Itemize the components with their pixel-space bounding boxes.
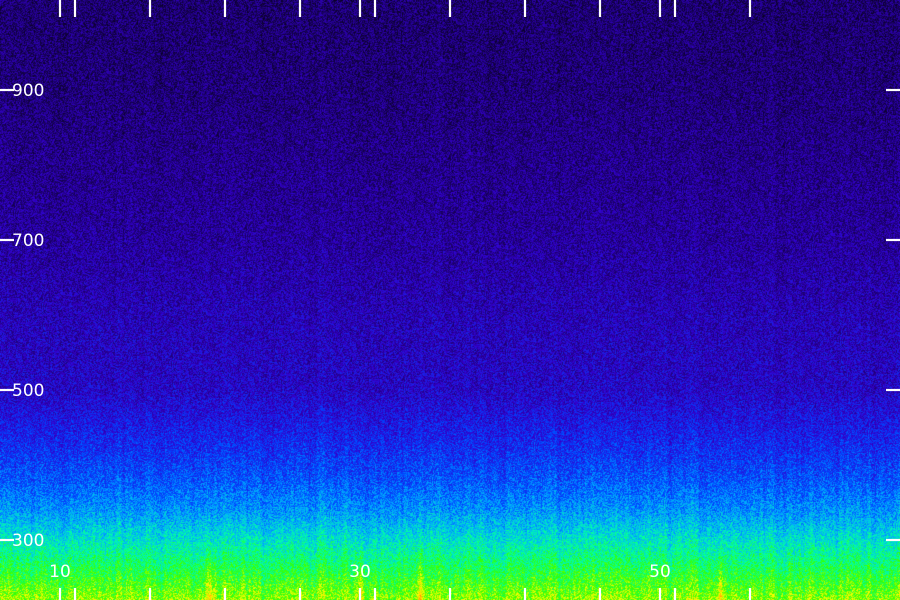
- tick-marks: [0, 0, 900, 600]
- y-tick-label: 500: [12, 381, 44, 401]
- x-tick-label: 50: [649, 562, 671, 582]
- x-tick-label: 30: [349, 562, 371, 582]
- x-tick-label: 10: [49, 562, 71, 582]
- y-tick-label: 300: [12, 531, 44, 551]
- y-tick-label: 700: [12, 231, 44, 251]
- tick-labels: 10 30 50 300 500 700 900: [12, 81, 671, 582]
- spectrogram-axes: 10 30 50 300 500 700 900: [0, 0, 900, 600]
- spectrogram-chart: 10 30 50 300 500 700 900: [0, 0, 900, 600]
- y-tick-label: 900: [12, 81, 44, 101]
